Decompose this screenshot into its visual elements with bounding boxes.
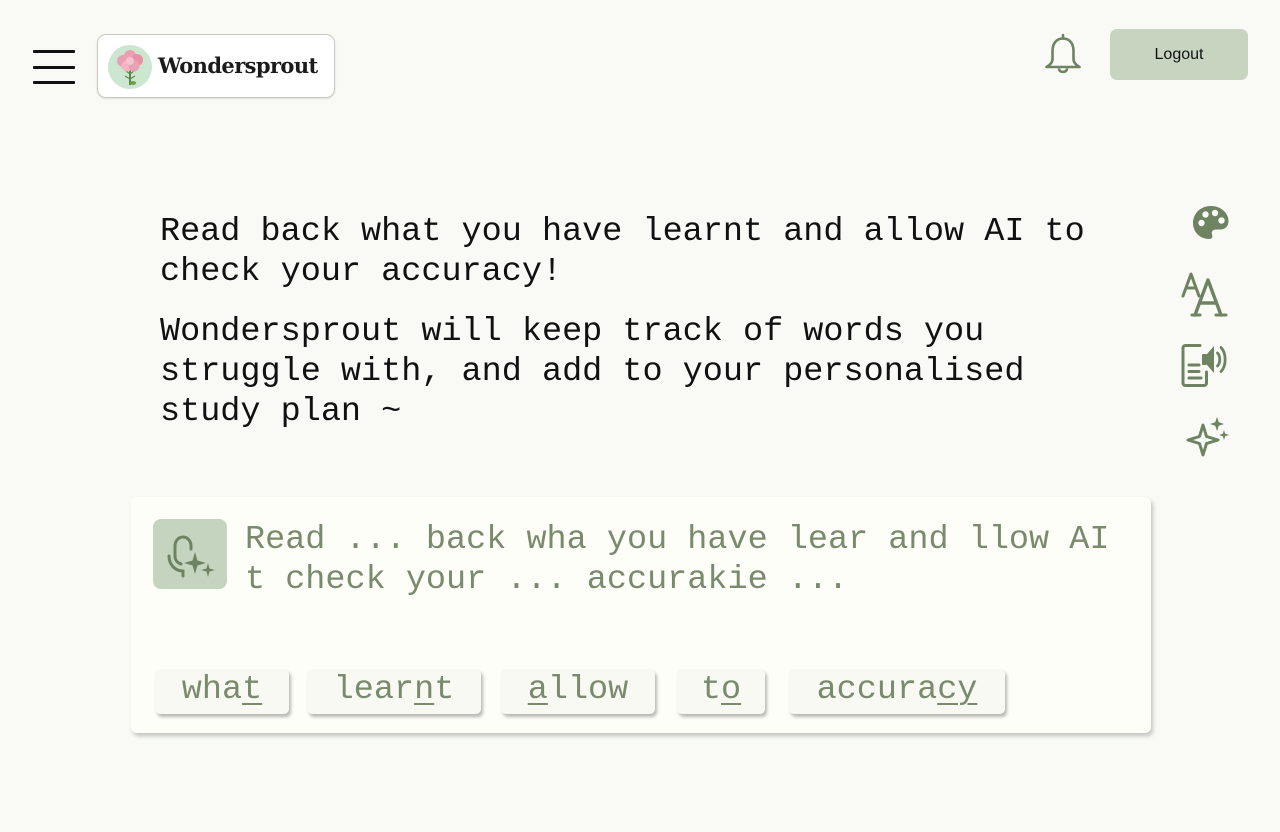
word-highlight: o [721,671,742,709]
record-button[interactable] [153,519,227,589]
word-highlight: a [527,671,548,709]
reading-card: Read ... back wha you have lear and llow… [131,497,1151,733]
intro-line-2: Wondersprout will keep track of words yo… [160,313,1025,431]
read-aloud-icon[interactable] [1180,340,1228,388]
word-text: t [700,671,721,709]
logo-image [108,45,152,89]
word-highlight: t [242,671,263,709]
struggle-word-chip[interactable]: accuracy [789,669,1005,714]
word-text: llow [547,671,629,709]
word-text: t [434,671,455,709]
palette-icon[interactable] [1190,203,1232,243]
sparkles-icon[interactable] [1184,414,1232,462]
word-highlight: n [414,671,435,709]
speech-transcript: Read ... back wha you have lear and llow… [245,521,1110,599]
word-highlight: cy [937,671,978,709]
logout-button[interactable]: Logout [1110,29,1248,80]
struggle-word-chip[interactable]: what [155,669,289,714]
intro-text: Read back what you have learnt and allow… [160,212,1120,432]
hamburger-menu-icon[interactable] [33,50,75,84]
word-text: accura [816,671,938,709]
brand-name: Wondersprout [158,53,318,78]
microphone-sparkle-icon [167,535,215,578]
struggle-word-chip[interactable]: allow [501,669,655,714]
struggle-word-chip[interactable]: to [677,669,765,714]
word-text: wha [181,671,243,709]
struggle-word-chip[interactable]: learnt [307,669,481,714]
bell-icon[interactable] [1042,32,1084,76]
text-size-icon[interactable] [1180,270,1230,318]
word-text: lear [333,671,415,709]
brand-logo[interactable]: Wondersprout [97,34,335,98]
intro-line-1: Read back what you have learnt and allow… [160,213,1085,291]
